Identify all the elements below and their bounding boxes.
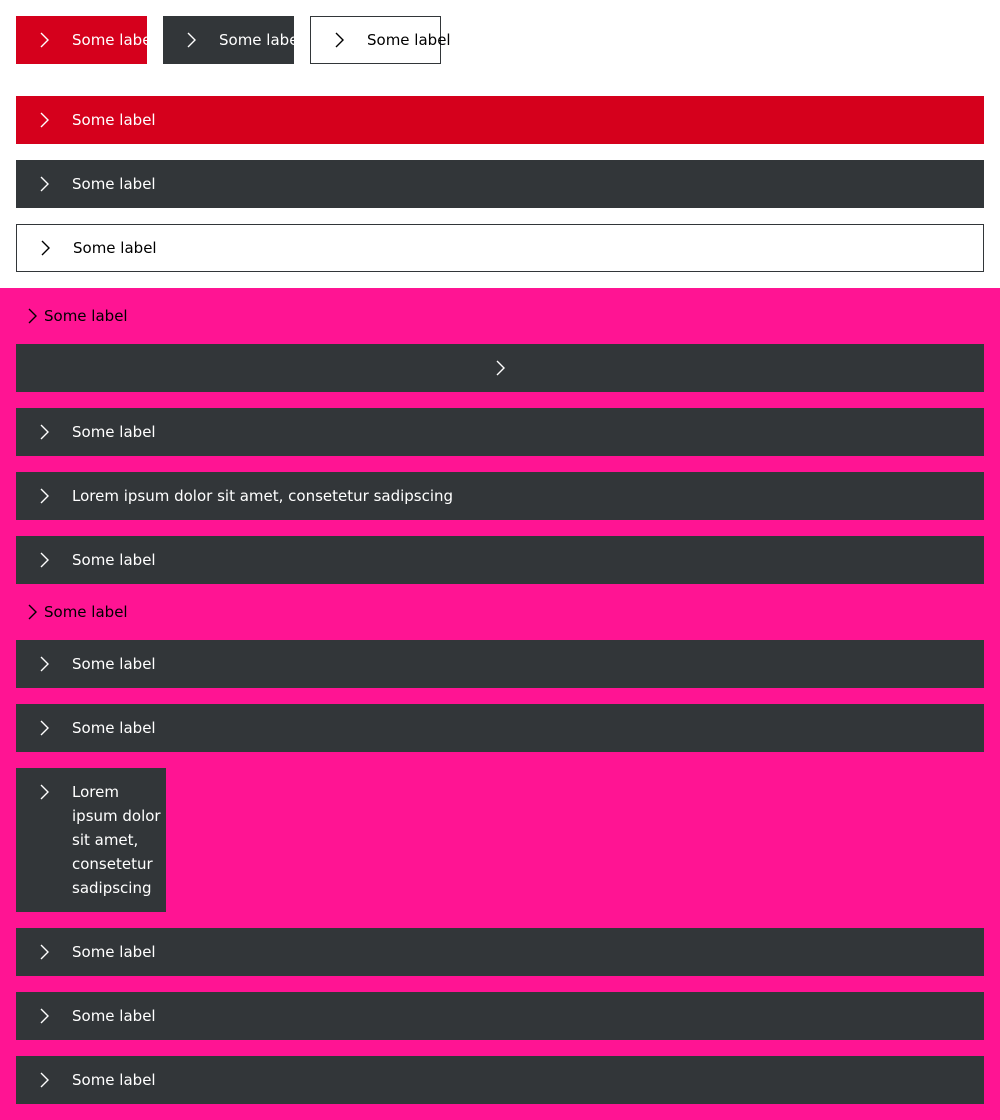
secondary-button-full[interactable]: Lorem ipsum dolor sit amet, consetetur s… — [16, 472, 984, 520]
chevron-right-icon — [20, 600, 44, 624]
button-label: Lorem ipsum dolor sit amet, consetetur s… — [72, 783, 161, 897]
secondary-button-full[interactable]: Some label — [16, 1056, 984, 1104]
button-label: Some label — [44, 307, 128, 325]
tertiary-button[interactable]: Some label — [310, 16, 451, 64]
link-button[interactable]: Some label — [16, 600, 216, 624]
icon-only-button[interactable] — [16, 344, 984, 392]
button-label: Lorem ipsum dolor sit amet, consetetur s… — [72, 487, 454, 505]
chevron-right-icon — [179, 28, 203, 52]
tertiary-button-full[interactable]: Some label — [16, 224, 984, 272]
chevron-right-icon — [327, 28, 351, 52]
chevron-right-icon — [32, 484, 56, 508]
button-label: Some label — [367, 31, 451, 49]
button-label: Some label — [219, 31, 303, 49]
chevron-right-icon — [32, 420, 56, 444]
secondary-button[interactable]: Some label — [163, 16, 303, 64]
chevron-right-icon — [32, 940, 56, 964]
button-label: Some label — [73, 239, 157, 257]
chevron-right-icon — [32, 1004, 56, 1028]
chevron-right-icon — [32, 716, 56, 740]
button-label: Some label — [72, 175, 156, 193]
secondary-button-full[interactable]: Some label — [16, 704, 984, 752]
link-button[interactable]: Some label — [16, 304, 216, 328]
chevron-right-icon — [488, 356, 512, 380]
secondary-button-full[interactable]: Some label — [16, 160, 984, 208]
chevron-right-icon — [32, 548, 56, 572]
chevron-right-icon — [20, 304, 44, 328]
secondary-button-full[interactable]: Some label — [16, 536, 984, 584]
button-label: Some label — [72, 111, 156, 129]
button-label: Some label — [72, 943, 156, 961]
secondary-button-full[interactable]: Some label — [16, 992, 984, 1040]
button-label: Some label — [72, 551, 156, 569]
chevron-right-icon — [33, 236, 57, 260]
chevron-right-icon — [32, 28, 56, 52]
chevron-right-icon — [32, 108, 56, 132]
button-label: Some label — [72, 1007, 156, 1025]
button-label: Some label — [72, 1071, 156, 1089]
button-label: Some label — [72, 423, 156, 441]
secondary-button-full[interactable]: Some label — [16, 928, 984, 976]
button-label: Some label — [72, 655, 156, 673]
secondary-button-full[interactable]: Some label — [16, 408, 984, 456]
chevron-right-icon — [32, 172, 56, 196]
secondary-button-full[interactable]: Some label — [16, 640, 984, 688]
button-label: Some label — [44, 603, 128, 621]
button-label: Some label — [72, 31, 156, 49]
secondary-button-wrapped[interactable]: Lorem ipsum dolor sit amet, consetetur s… — [16, 768, 166, 912]
primary-button-full[interactable]: Some label — [16, 96, 984, 144]
chevron-right-icon — [32, 780, 56, 804]
primary-button[interactable]: Some label — [16, 16, 156, 64]
chevron-right-icon — [32, 1068, 56, 1092]
chevron-right-icon — [32, 652, 56, 676]
button-label: Some label — [72, 719, 156, 737]
